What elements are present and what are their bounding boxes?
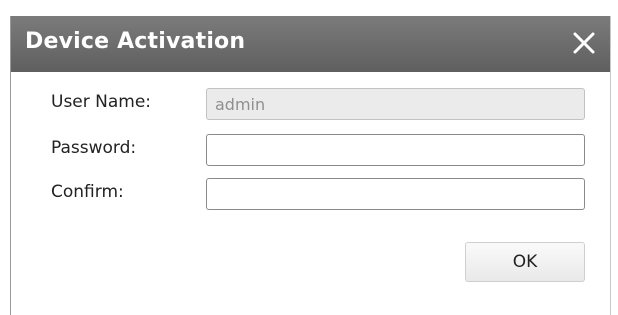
confirm-label: Confirm: bbox=[51, 182, 124, 202]
dialog-titlebar: Device Activation bbox=[11, 16, 610, 72]
confirm-password-field[interactable] bbox=[206, 178, 585, 210]
device-activation-dialog: Device Activation User Name: Password: C… bbox=[10, 16, 611, 315]
username-field bbox=[206, 88, 585, 120]
dialog-title: Device Activation bbox=[25, 29, 246, 54]
ok-button[interactable]: OK bbox=[465, 242, 585, 282]
password-field[interactable] bbox=[206, 134, 585, 166]
password-label: Password: bbox=[51, 138, 137, 158]
close-icon bbox=[573, 32, 595, 54]
username-label: User Name: bbox=[51, 92, 152, 112]
close-button[interactable] bbox=[570, 29, 598, 57]
